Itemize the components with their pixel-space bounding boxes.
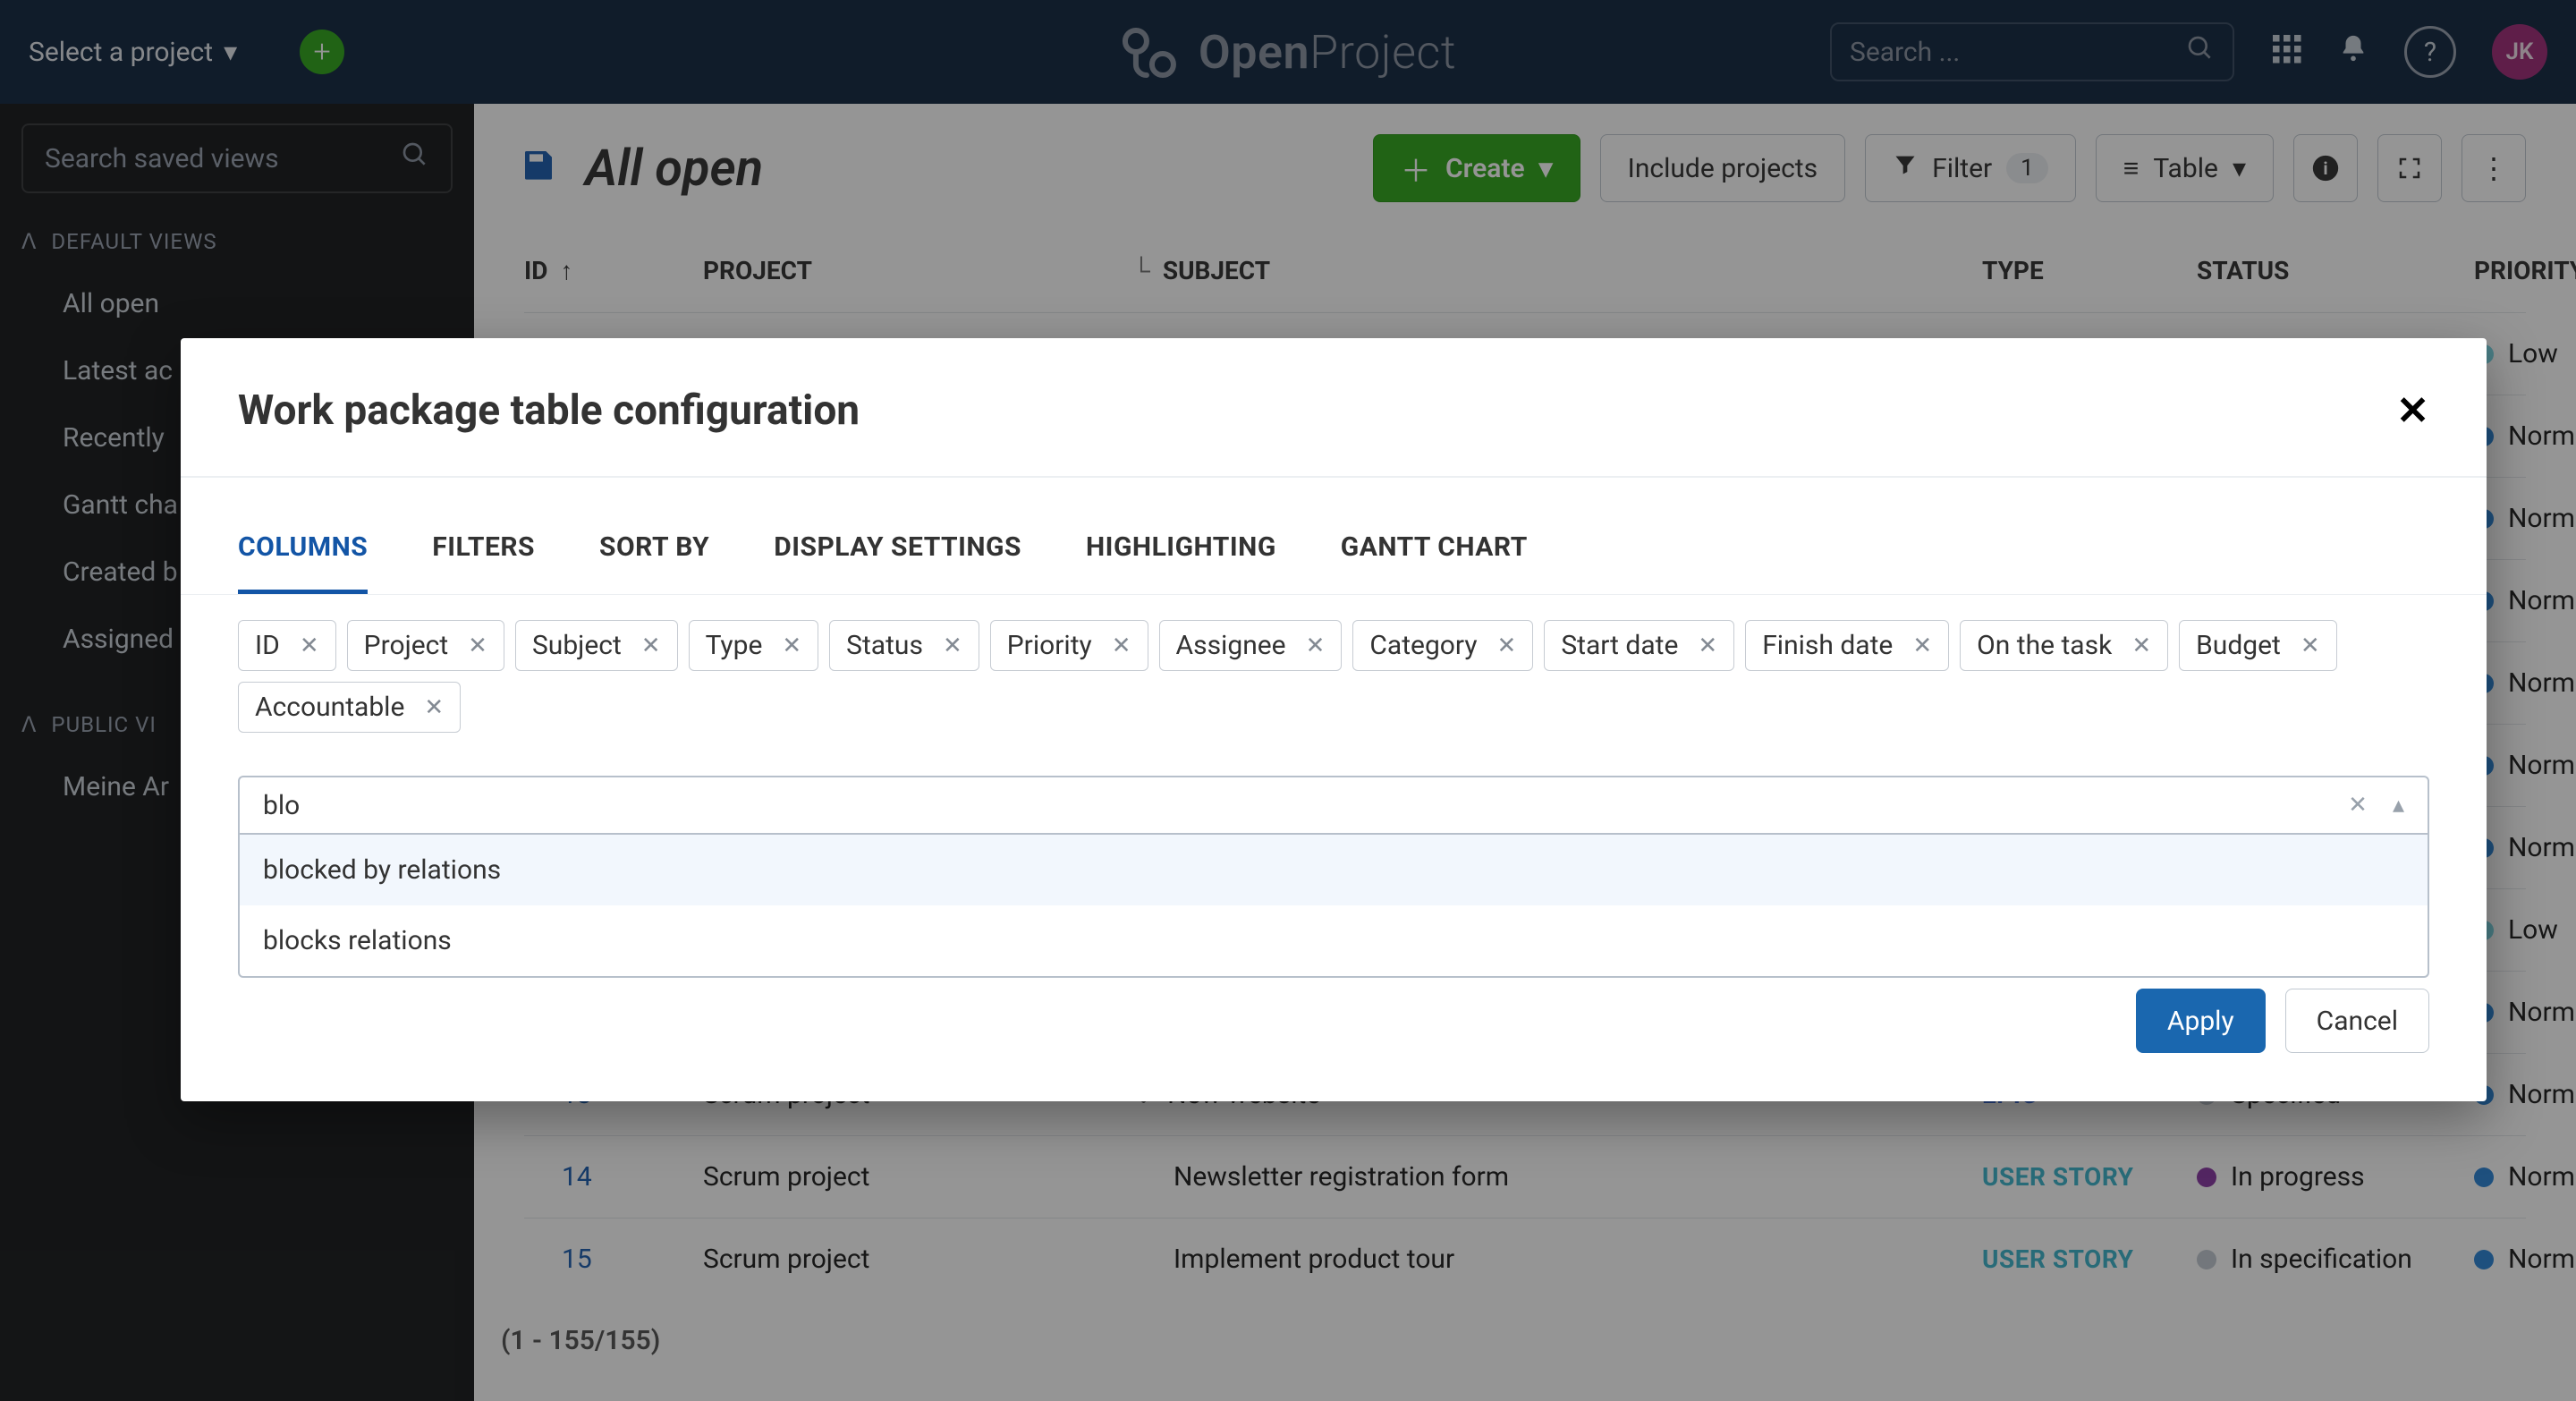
- column-chip[interactable]: Assignee✕: [1159, 620, 1343, 671]
- selected-columns-chips: ID✕Project✕Subject✕Type✕Status✕Priority✕…: [181, 595, 2487, 733]
- remove-chip-icon[interactable]: ✕: [300, 633, 319, 659]
- remove-chip-icon[interactable]: ✕: [1698, 633, 1717, 659]
- tab-columns[interactable]: COLUMNS: [238, 531, 368, 594]
- column-chip[interactable]: Priority✕: [990, 620, 1148, 671]
- tab-sort-by[interactable]: SORT BY: [599, 531, 709, 594]
- tab-gantt-chart[interactable]: GANTT CHART: [1341, 531, 1528, 594]
- cancel-button[interactable]: Cancel: [2285, 989, 2429, 1053]
- column-chip[interactable]: Project✕: [347, 620, 504, 671]
- remove-chip-icon[interactable]: ✕: [468, 633, 487, 659]
- column-chip[interactable]: Start date✕: [1544, 620, 1734, 671]
- table-config-modal: Work package table configuration ✕ COLUM…: [181, 338, 2487, 1101]
- remove-chip-icon[interactable]: ✕: [1306, 633, 1326, 659]
- combo-value: blo: [263, 790, 300, 821]
- remove-chip-icon[interactable]: ✕: [424, 694, 444, 721]
- column-chip[interactable]: Subject✕: [515, 620, 678, 671]
- remove-chip-icon[interactable]: ✕: [2301, 633, 2320, 659]
- clear-icon[interactable]: ✕: [2348, 792, 2368, 819]
- column-options-dropdown: blocked by relationsblocks relations: [238, 835, 2429, 978]
- modal-actions: Apply Cancel: [181, 978, 2487, 1096]
- modal-tabs: COLUMNS FILTERS SORT BY DISPLAY SETTINGS HIG…: [181, 478, 2487, 595]
- column-chip[interactable]: Status✕: [829, 620, 979, 671]
- column-chip[interactable]: Accountable✕: [238, 682, 461, 733]
- tab-filters[interactable]: FILTERS: [432, 531, 535, 594]
- column-chip[interactable]: ID✕: [238, 620, 336, 671]
- remove-chip-icon[interactable]: ✕: [641, 633, 661, 659]
- remove-chip-icon[interactable]: ✕: [943, 633, 962, 659]
- column-chip[interactable]: Finish date✕: [1745, 620, 1949, 671]
- remove-chip-icon[interactable]: ✕: [1112, 633, 1131, 659]
- modal-header: Work package table configuration ✕: [181, 338, 2487, 478]
- column-combo-wrap: blo ✕ ▴ blocked by relationsblocks relat…: [181, 733, 2487, 978]
- column-option[interactable]: blocked by relations: [240, 835, 2428, 905]
- remove-chip-icon[interactable]: ✕: [782, 633, 801, 659]
- apply-button[interactable]: Apply: [2136, 989, 2266, 1053]
- caret-up-icon[interactable]: ▴: [2393, 792, 2404, 819]
- column-chip[interactable]: Category✕: [1352, 620, 1533, 671]
- remove-chip-icon[interactable]: ✕: [2131, 633, 2151, 659]
- column-search-input[interactable]: blo ✕ ▴: [238, 776, 2429, 835]
- tab-display-settings[interactable]: DISPLAY SETTINGS: [774, 531, 1021, 594]
- remove-chip-icon[interactable]: ✕: [1912, 633, 1932, 659]
- column-option[interactable]: blocks relations: [240, 905, 2428, 976]
- modal-title: Work package table configuration: [238, 386, 860, 435]
- column-chip[interactable]: Type✕: [689, 620, 819, 671]
- close-icon[interactable]: ✕: [2396, 387, 2429, 434]
- tab-highlighting[interactable]: HIGHLIGHTING: [1086, 531, 1276, 594]
- remove-chip-icon[interactable]: ✕: [1497, 633, 1517, 659]
- column-chip[interactable]: Budget✕: [2179, 620, 2337, 671]
- column-chip[interactable]: On the task✕: [1960, 620, 2168, 671]
